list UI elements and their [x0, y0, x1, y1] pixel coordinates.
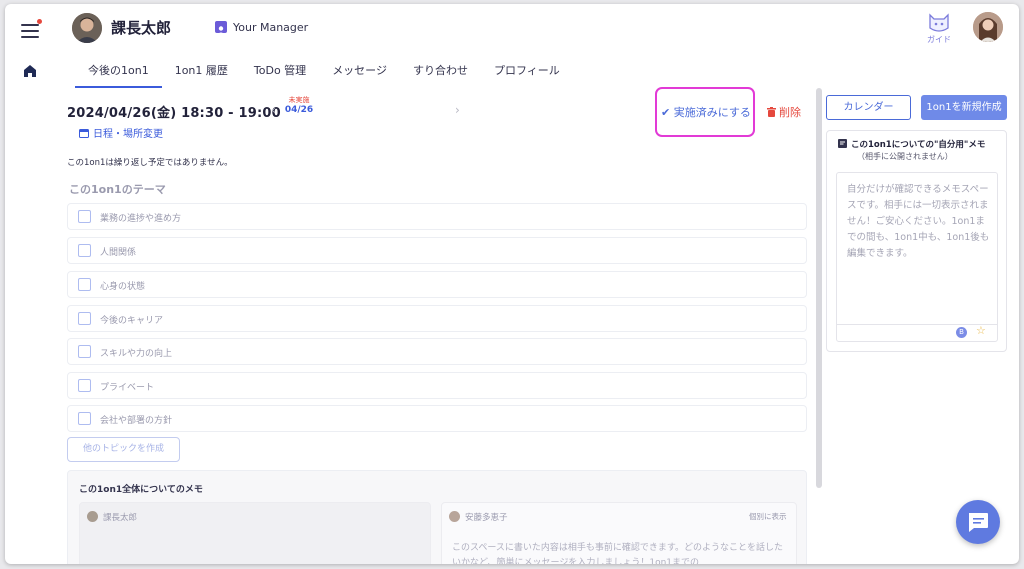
tab-alignment[interactable]: すり合わせ — [400, 62, 481, 88]
guide-label[interactable]: ガイド — [927, 34, 951, 45]
chat-button[interactable] — [956, 500, 1000, 544]
prev-meeting-icon[interactable]: ‹ — [271, 103, 276, 117]
reschedule-label: 日程・場所変更 — [93, 129, 163, 140]
account-avatar[interactable] — [973, 12, 1003, 42]
tab-todo[interactable]: ToDo 管理 — [241, 62, 319, 88]
topic-checkbox[interactable] — [78, 345, 91, 358]
trash-icon — [767, 107, 776, 117]
calendar-button[interactable]: カレンダー — [826, 95, 911, 120]
shared-memo-title: この1on1全体についてのメモ — [79, 485, 203, 495]
topic-label: 心身の状態 — [100, 282, 146, 292]
delete-button[interactable]: 削除 — [767, 104, 801, 120]
home-icon[interactable] — [23, 64, 37, 78]
topic-checkbox[interactable] — [78, 379, 91, 392]
topic-item[interactable]: 人間関係 — [67, 237, 807, 264]
memo-toolbar — [836, 324, 998, 342]
app-window: 課長太郎 Your Manager ガイド 今後の1on1 1on1 履歴 To… — [5, 4, 1019, 564]
tab-messages[interactable]: メッセージ — [319, 62, 400, 88]
topic-label: 会社や部署の方針 — [100, 416, 173, 426]
format-icon[interactable]: B — [956, 327, 967, 338]
calendar-icon — [79, 129, 89, 138]
next-meeting-icon[interactable]: › — [455, 103, 460, 117]
topic-item[interactable]: 会社や部署の方針 — [67, 405, 807, 432]
topic-checkbox[interactable] — [78, 244, 91, 257]
topic-item[interactable]: 心身の状態 — [67, 271, 807, 298]
tab-upcoming-1on1[interactable]: 今後の1on1 — [75, 62, 162, 88]
main-tabs: 今後の1on1 1on1 履歴 ToDo 管理 メッセージ すり合わせ プロフィ… — [75, 62, 573, 90]
chat-icon — [969, 513, 988, 532]
topic-label: 今後のキャリア — [100, 316, 164, 326]
scrollbar[interactable] — [816, 88, 822, 488]
private-memo-placeholder: 自分だけが確認できるメモスペースです。相手には一切表示されません！ご安心ください… — [847, 184, 990, 259]
mark-done-label: 実施済みにする — [673, 106, 751, 119]
guide-mascot-icon[interactable] — [927, 12, 951, 34]
topic-item[interactable]: スキルや力の向上 — [67, 338, 807, 365]
repeat-note: この1on1は繰り返し予定ではありません。 — [67, 158, 233, 168]
tab-profile[interactable]: プロフィール — [481, 62, 573, 88]
topic-label: プライベート — [100, 383, 155, 393]
partner-memo-text: このスペースに書いた内容は相手も事前に確認できます。どのようなことを話したいかな… — [452, 543, 784, 564]
mark-done-button[interactable]: ✔ 実施済みにする — [661, 104, 751, 120]
topic-label: 業務の進捗や進め方 — [100, 214, 182, 224]
view-individually-link[interactable]: 個別に表示 — [749, 511, 787, 522]
meeting-day-label: 04/26 — [284, 105, 314, 115]
user-name: 課長太郎 — [111, 19, 172, 37]
note-icon — [838, 139, 847, 148]
menu-icon[interactable] — [21, 19, 42, 38]
new-1on1-button[interactable]: 1on1を新規作成 — [921, 95, 1007, 120]
theme-heading: この1on1のテーマ — [69, 183, 166, 196]
meeting-status-label: 未実施 — [288, 96, 310, 104]
topic-label: 人間関係 — [100, 248, 137, 258]
reschedule-link[interactable]: 日程・場所変更 — [79, 125, 163, 140]
manager-badge-icon — [215, 21, 227, 35]
add-topic-button[interactable]: 他のトピックを作成 — [67, 437, 180, 462]
user-avatar — [72, 13, 102, 43]
private-memo-title: この1on1についての"自分用"メモ — [851, 140, 986, 150]
tab-1on1-history[interactable]: 1on1 履歴 — [162, 62, 241, 88]
topic-item[interactable]: プライベート — [67, 372, 807, 399]
meeting-datetime: 2024/04/26(金) 18:30 - 19:00 — [67, 106, 281, 121]
private-memo-subtitle: （相手に公開されません） — [857, 152, 953, 161]
notification-dot — [37, 19, 42, 24]
memo-left-author: 課長太郎 — [103, 513, 138, 523]
topic-checkbox[interactable] — [78, 278, 91, 291]
mini-avatar — [449, 511, 460, 522]
topic-item[interactable]: 今後のキャリア — [67, 305, 807, 332]
topic-checkbox[interactable] — [78, 412, 91, 425]
delete-label: 削除 — [779, 106, 801, 119]
mini-avatar — [87, 511, 98, 522]
memo-right-author: 安藤多恵子 — [465, 513, 508, 523]
star-icon[interactable]: ☆ — [976, 324, 986, 337]
double-check-icon: ✔ — [661, 106, 671, 119]
topic-item[interactable]: 業務の進捗や進め方 — [67, 203, 807, 230]
manager-label[interactable]: Your Manager — [233, 21, 308, 34]
topic-label: スキルや力の向上 — [100, 349, 173, 359]
topic-checkbox[interactable] — [78, 312, 91, 325]
topic-checkbox[interactable] — [78, 210, 91, 223]
